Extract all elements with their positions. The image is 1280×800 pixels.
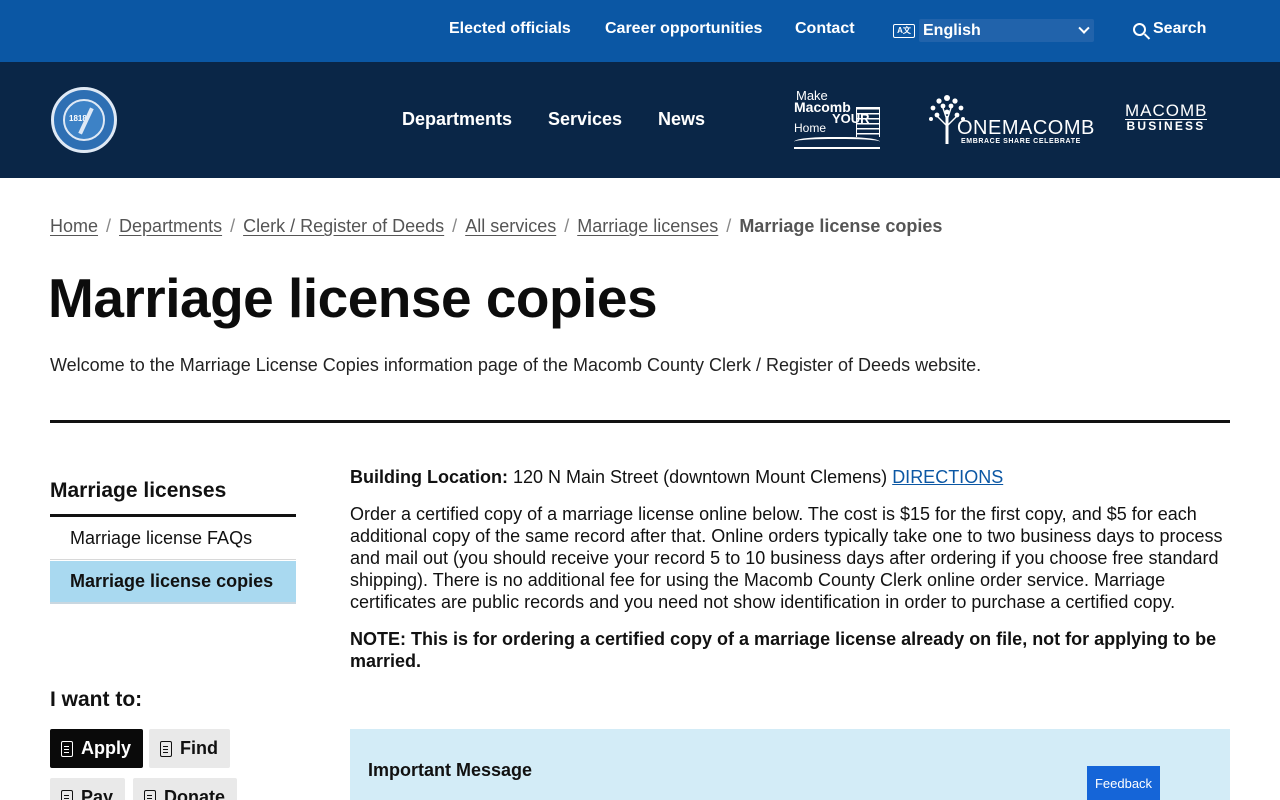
section-divider <box>50 420 1230 423</box>
breadcrumb-clerk[interactable]: Clerk / Register of Deeds <box>243 216 444 237</box>
utility-bar: Elected officials Career opportunities C… <box>0 0 1280 62</box>
main-header: 1818 Departments Services News Make Maco… <box>0 62 1280 178</box>
important-message-title: Important Message <box>368 760 533 780</box>
apply-label: Apply <box>81 738 132 758</box>
breadcrumb-departments[interactable]: Departments <box>119 216 222 237</box>
directions-link[interactable]: DIRECTIONS <box>892 467 1003 487</box>
breadcrumb: Home / Departments / Clerk / Register of… <box>50 216 942 237</box>
pay-label: Pay <box>81 787 114 800</box>
breadcrumb-current: Marriage license copies <box>739 216 943 236</box>
clipboard-icon <box>61 740 73 757</box>
find-button[interactable]: Find <box>149 729 230 768</box>
career-opportunities-link[interactable]: Career opportunities <box>605 20 762 38</box>
breadcrumb-separator: / <box>726 216 732 236</box>
location-label: Building Location: <box>350 467 508 487</box>
page-title: Marriage license copies <box>48 267 658 329</box>
business-logo-line1: MACOMB <box>1125 101 1208 120</box>
business-logo-line2: BUSINESS <box>1125 119 1207 133</box>
elected-officials-link[interactable]: Elected officials <box>449 20 571 38</box>
wave-icon <box>794 137 880 149</box>
sidebar-item-label: Marriage license copies <box>70 571 274 591</box>
onemacomb-tagline: EMBRACE SHARE CELEBRATE <box>961 138 1081 145</box>
sidebar-heading[interactable]: Marriage licenses <box>50 479 226 503</box>
donate-label: Donate <box>164 787 226 800</box>
macomb-business-logo[interactable]: MACOMB BUSINESS <box>1125 102 1207 133</box>
sidebar-item-copies[interactable]: Marriage license copies <box>50 561 296 604</box>
contact-link[interactable]: Contact <box>795 20 855 38</box>
breadcrumb-all-services[interactable]: All services <box>465 216 556 237</box>
language-value: English <box>923 21 981 39</box>
main-content: Building Location: 120 N Main Street (do… <box>350 466 1230 672</box>
order-info-paragraph: Order a certified copy of a marriage lic… <box>350 504 1223 612</box>
pay-button[interactable]: Pay <box>50 778 126 800</box>
logo-home-text: Home <box>794 121 827 135</box>
breadcrumb-separator: / <box>452 216 458 236</box>
county-seal-logo[interactable]: 1818 <box>51 87 117 153</box>
sidebar-item-label: Marriage license FAQs <box>70 527 253 548</box>
search-button[interactable]: Search <box>1133 20 1206 38</box>
chevron-down-icon <box>1078 22 1090 34</box>
building-icon <box>856 107 880 137</box>
page-intro: Welcome to the Marriage License Copies i… <box>50 355 982 375</box>
feedback-button[interactable]: Feedback <box>1087 766 1160 800</box>
note-paragraph: NOTE: This is for ordering a certified c… <box>350 629 1217 671</box>
breadcrumb-separator: / <box>106 216 112 236</box>
search-label: Search <box>1153 20 1207 37</box>
donate-hand-icon <box>144 789 156 800</box>
make-macomb-your-home-logo[interactable]: Make Macomb YOUR Home <box>794 89 884 151</box>
nav-news[interactable]: News <box>658 109 705 130</box>
language-selector[interactable]: A文 English <box>893 19 1094 42</box>
breadcrumb-marriage-licenses[interactable]: Marriage licenses <box>577 216 718 237</box>
apply-button[interactable]: Apply <box>50 729 144 768</box>
nav-departments[interactable]: Departments <box>402 109 512 130</box>
location-value: 120 N Main Street (downtown Mount Clemen… <box>513 467 888 487</box>
document-search-icon <box>160 740 172 757</box>
breadcrumb-home[interactable]: Home <box>50 216 98 237</box>
translate-icon: A文 <box>893 23 915 38</box>
breadcrumb-separator: / <box>564 216 570 236</box>
building-location: Building Location: 120 N Main Street (do… <box>350 466 1230 488</box>
receipt-icon <box>61 789 73 800</box>
breadcrumb-separator: / <box>230 216 236 236</box>
onemacomb-text: ONEMACOMB <box>957 117 1095 139</box>
donate-button[interactable]: Donate <box>133 778 238 800</box>
i-want-to-heading: I want to: <box>50 688 143 711</box>
nav-services[interactable]: Services <box>548 109 622 130</box>
find-label: Find <box>180 738 218 758</box>
search-icon <box>1133 22 1146 36</box>
sidebar-item-faqs[interactable]: Marriage license FAQs <box>50 517 296 560</box>
language-select[interactable]: English <box>919 19 1094 42</box>
onemacomb-logo[interactable]: ONEMACOMB EMBRACE SHARE CELEBRATE <box>927 92 1094 148</box>
seal-emblem: 1818 <box>63 99 105 141</box>
